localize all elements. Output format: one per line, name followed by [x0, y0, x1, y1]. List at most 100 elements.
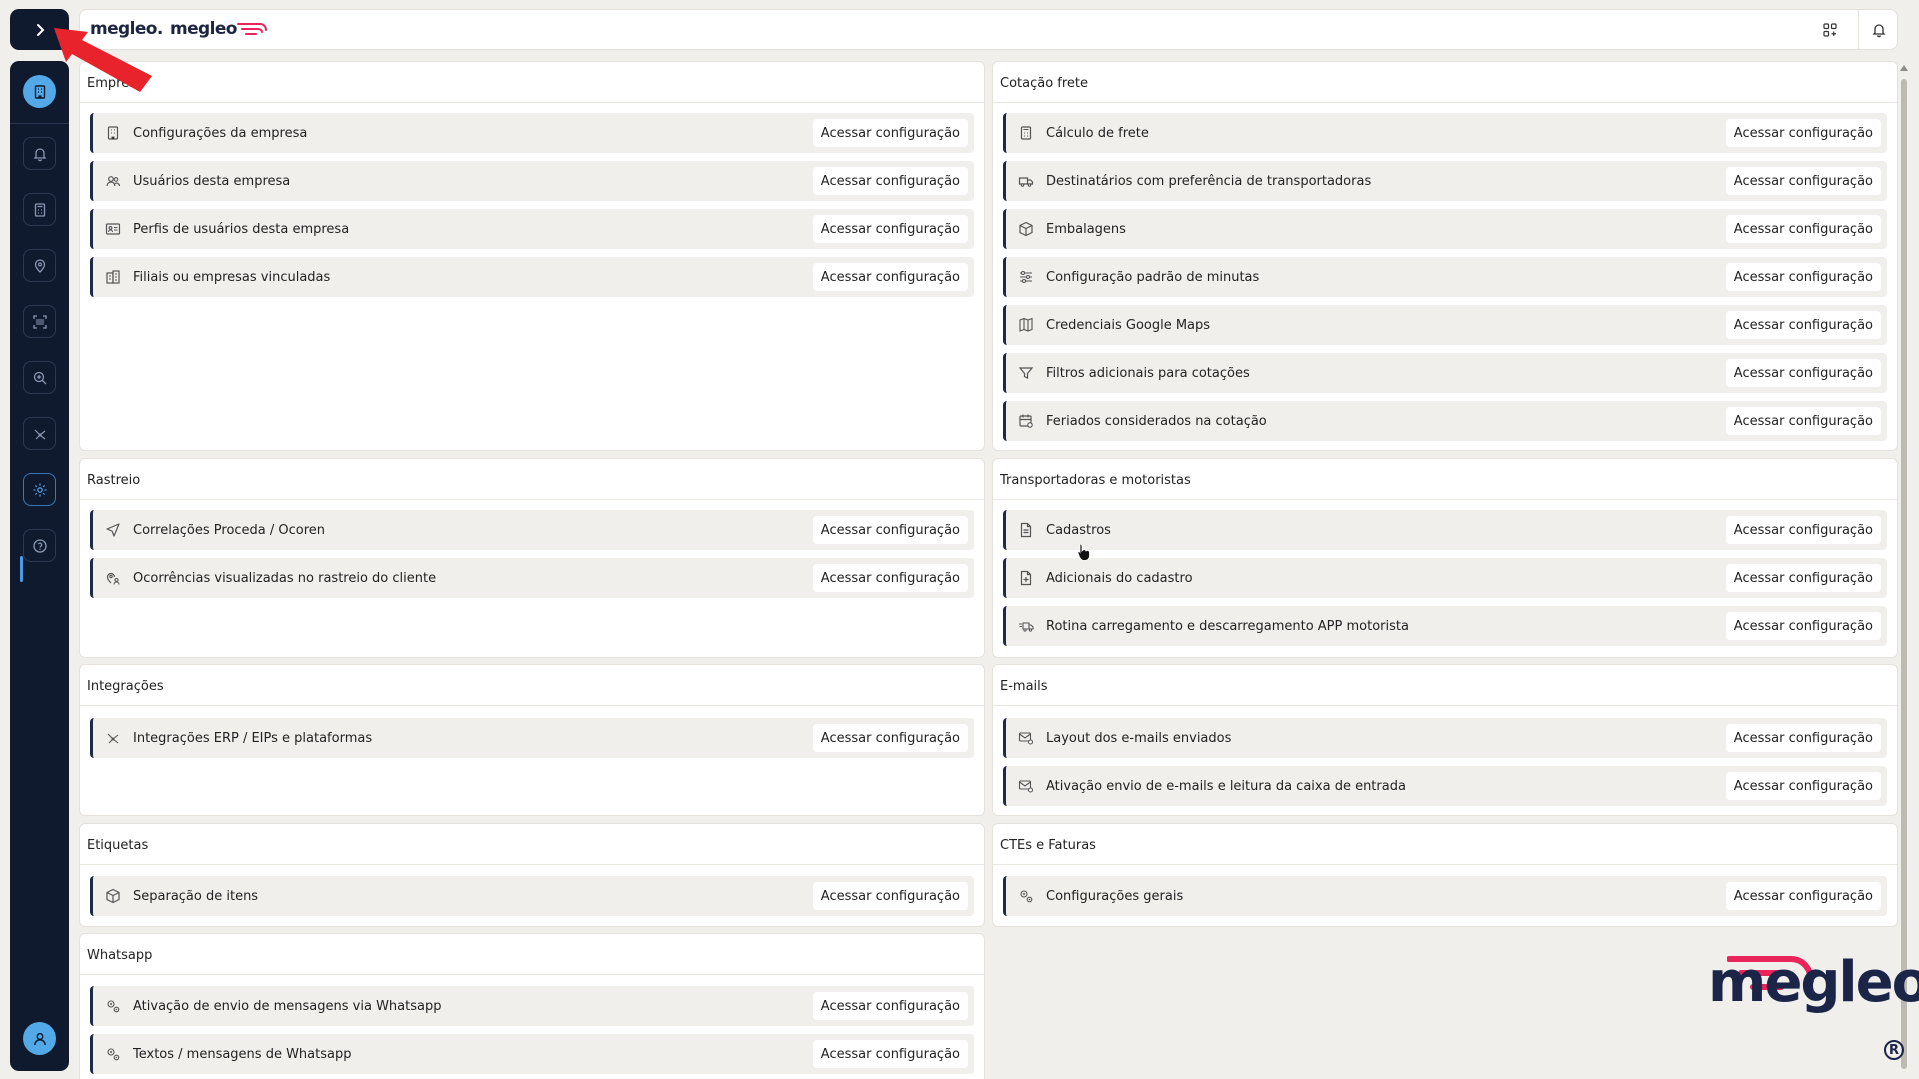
gear-icon	[33, 483, 46, 496]
access-config-button[interactable]: Acessar configuração	[812, 1040, 968, 1068]
sidebar-item-notifications[interactable]	[23, 137, 56, 170]
item-label: Textos / mensagens de Whatsapp	[133, 1046, 352, 1062]
card-title: Empresa	[87, 76, 144, 91]
access-config-button[interactable]: Acessar configuração	[1725, 119, 1881, 147]
item-label: Integrações ERP / EIPs e plataformas	[133, 730, 373, 746]
calculator-icon	[1016, 123, 1036, 143]
chevron-right-icon	[36, 23, 44, 36]
card-divider	[80, 864, 984, 865]
active-marker	[20, 556, 23, 582]
list-item: Usuários desta empresa Acessar configura…	[90, 161, 974, 201]
card-empresa: Empresa Configurações da empresa Acessar…	[79, 61, 985, 451]
sidebar-item-search[interactable]	[23, 361, 56, 394]
list-item: Adicionais do cadastro Acessar configura…	[1003, 558, 1887, 598]
gears-icon	[103, 1044, 123, 1064]
access-config-button[interactable]: Acessar configuração	[1725, 359, 1881, 387]
integrations-icon	[103, 728, 123, 748]
card-title: E-mails	[1000, 679, 1048, 694]
sidebar-item-settings[interactable]	[23, 473, 56, 506]
access-config-button[interactable]: Acessar configuração	[812, 215, 968, 243]
company-button[interactable]	[23, 75, 56, 108]
list-item: Rotina carregamento e descarregamento AP…	[1003, 606, 1887, 646]
access-config-button[interactable]: Acessar configuração	[812, 263, 968, 291]
access-config-button[interactable]: Acessar configuração	[812, 516, 968, 544]
item-label: Cálculo de frete	[1046, 125, 1149, 141]
access-config-button[interactable]: Acessar configuração	[1725, 564, 1881, 592]
item-label: Credenciais Google Maps	[1046, 317, 1211, 333]
list-item: Destinatários com preferência de transpo…	[1003, 161, 1887, 201]
access-config-button[interactable]: Acessar configuração	[1725, 167, 1881, 195]
access-config-button[interactable]: Acessar configuração	[812, 564, 968, 592]
item-label: Adicionais do cadastro	[1046, 570, 1193, 586]
building-icon	[34, 84, 45, 99]
building-icon	[103, 123, 123, 143]
scroll-up-arrow[interactable]	[1900, 65, 1908, 71]
document-icon	[1016, 520, 1036, 540]
card-title: Transportadoras e motoristas	[1000, 473, 1191, 488]
scroll-thumb[interactable]	[1901, 79, 1907, 1069]
page-scrollbar[interactable]	[1899, 61, 1909, 1071]
sidebar-divider	[10, 123, 69, 124]
access-config-button[interactable]: Acessar configuração	[812, 882, 968, 910]
card-title: Cotação frete	[1000, 76, 1089, 91]
sidebar	[10, 61, 69, 1071]
truck-icon	[1016, 171, 1036, 191]
watermark-logo: megleo	[1708, 950, 1919, 1015]
access-config-button[interactable]: Acessar configuração	[1725, 724, 1881, 752]
access-config-button[interactable]: Acessar configuração	[1725, 612, 1881, 640]
list-item: Ativação de envio de mensagens via Whats…	[90, 986, 974, 1026]
sidebar-item-integrations[interactable]	[23, 417, 56, 450]
access-config-button[interactable]: Acessar configuração	[1725, 311, 1881, 339]
notifications-button[interactable]	[1867, 18, 1891, 42]
access-config-button[interactable]: Acessar configuração	[812, 119, 968, 147]
map-icon	[1016, 315, 1036, 335]
access-config-button[interactable]: Acessar configuração	[812, 167, 968, 195]
access-config-button[interactable]: Acessar configuração	[1725, 772, 1881, 800]
access-config-button[interactable]: Acessar configuração	[812, 724, 968, 752]
calendar-icon	[1016, 411, 1036, 431]
sidebar-item-calculator[interactable]	[23, 193, 56, 226]
list-item: Cadastros Acessar configuração	[1003, 510, 1887, 550]
card-divider	[993, 705, 1897, 706]
user-avatar[interactable]	[23, 1022, 56, 1055]
item-label: Destinatários com preferência de transpo…	[1046, 173, 1372, 189]
access-config-button[interactable]: Acessar configuração	[812, 992, 968, 1020]
item-label: Separação de itens	[133, 888, 259, 904]
list-item: Configurações gerais Acessar configuraçã…	[1003, 876, 1887, 916]
access-config-button[interactable]: Acessar configuração	[1725, 263, 1881, 291]
access-config-button[interactable]: Acessar configuração	[1725, 407, 1881, 435]
apps-button[interactable]	[1818, 18, 1842, 42]
list-item: Correlações Proceda / Ocoren Acessar con…	[90, 510, 974, 550]
access-config-button[interactable]: Acessar configuração	[1725, 882, 1881, 910]
list-item: Separação de itens Acessar configuração	[90, 876, 974, 916]
list-item: Feriados considerados na cotação Acessar…	[1003, 401, 1887, 441]
item-label: Filtros adicionais para cotações	[1046, 365, 1250, 381]
card-rastreio: Rastreio Correlações Proceda / Ocoren Ac…	[79, 458, 985, 658]
list-item: Textos / mensagens de Whatsapp Acessar c…	[90, 1034, 974, 1074]
gears-icon	[103, 996, 123, 1016]
list-item: Configurações da empresa Acessar configu…	[90, 113, 974, 153]
access-config-button[interactable]: Acessar configuração	[1725, 215, 1881, 243]
list-item: Credenciais Google Maps Acessar configur…	[1003, 305, 1887, 345]
list-item: Filiais ou empresas vinculadas Acessar c…	[90, 257, 974, 297]
item-label: Ativação envio de e-mails e leitura da c…	[1046, 778, 1406, 794]
help-icon	[32, 538, 47, 553]
card-divider	[993, 102, 1897, 103]
sidebar-item-help[interactable]	[23, 529, 56, 562]
logo-brand: megleo	[170, 19, 237, 39]
item-label: Configuração padrão de minutas	[1046, 269, 1260, 285]
id-card-icon	[103, 219, 123, 239]
user-icon	[33, 1032, 46, 1045]
buildings-icon	[103, 267, 123, 287]
card-title: Integrações	[87, 679, 164, 694]
item-label: Feriados considerados na cotação	[1046, 413, 1267, 429]
sidebar-toggle-button[interactable]	[10, 9, 69, 50]
package-icon	[103, 886, 123, 906]
sidebar-item-tracking[interactable]	[23, 249, 56, 282]
item-label: Configurações da empresa	[133, 125, 308, 141]
sidebar-item-labels[interactable]	[23, 305, 56, 338]
apps-grid-icon	[1823, 23, 1837, 37]
bell-icon	[32, 147, 47, 161]
card-divider	[80, 499, 984, 500]
access-config-button[interactable]: Acessar configuração	[1725, 516, 1881, 544]
